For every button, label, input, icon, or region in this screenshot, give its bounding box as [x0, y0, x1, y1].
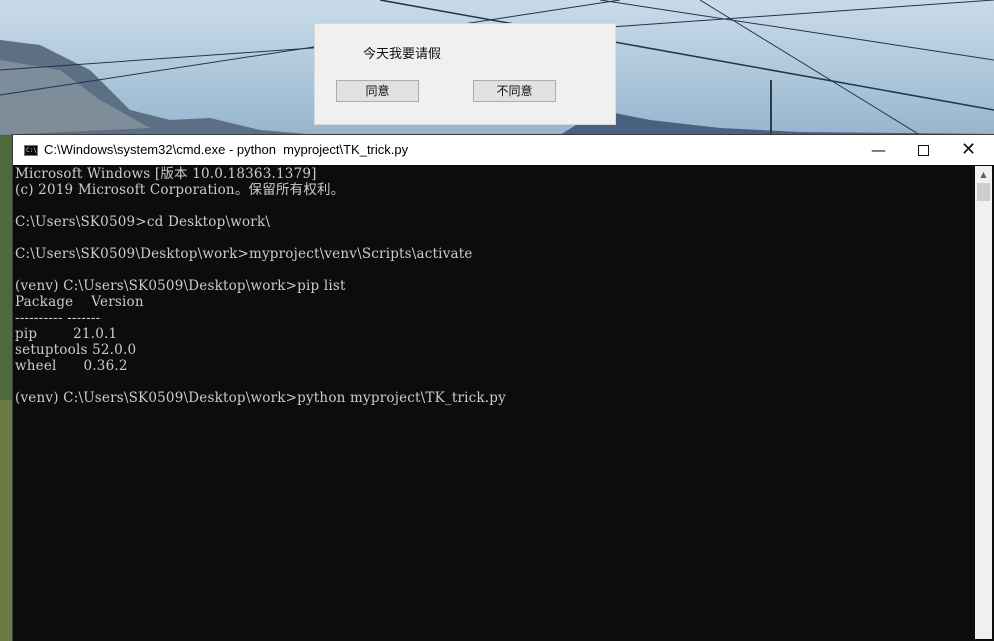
disagree-button[interactable]: 不同意	[473, 80, 556, 102]
title-bar[interactable]: C:\ C:\Windows\system32\cmd.exe - python…	[13, 135, 994, 165]
terminal-line: wheel 0.36.2	[15, 358, 128, 374]
terminal-line: Microsoft Windows [版本 10.0.18363.1379]	[15, 166, 317, 182]
terminal-line: pip 21.0.1	[15, 326, 118, 342]
terminal-line: (c) 2019 Microsoft Corporation。保留所有权利。	[15, 182, 345, 198]
cmd-icon: C:\	[24, 145, 38, 156]
terminal-line: setuptools 52.0.0	[15, 342, 137, 358]
window-title: C:\Windows\system32\cmd.exe - python myp…	[44, 142, 409, 157]
agree-button[interactable]: 同意	[336, 80, 419, 102]
cmd-window: C:\ C:\Windows\system32\cmd.exe - python…	[13, 135, 994, 641]
terminal-line: (venv) C:\Users\SK0509\Desktop\work>pip …	[15, 278, 346, 294]
tk-dialog: 今天我要请假 同意 不同意	[315, 24, 615, 124]
terminal-line: Package Version	[15, 294, 144, 310]
vertical-scrollbar[interactable]: ▲	[975, 166, 992, 639]
terminal-line: C:\Users\SK0509\Desktop\work>myproject\v…	[15, 246, 473, 262]
maximize-button[interactable]	[901, 135, 946, 165]
dialog-message: 今天我要请假	[363, 47, 442, 62]
scroll-thumb[interactable]	[977, 183, 990, 201]
terminal-line: ---------- -------	[15, 310, 101, 326]
minimize-button[interactable]: —	[856, 135, 901, 165]
terminal-line: (venv) C:\Users\SK0509\Desktop\work>pyth…	[15, 390, 506, 406]
terminal-output[interactable]: Microsoft Windows [版本 10.0.18363.1379] (c…	[15, 166, 973, 639]
terminal-line: C:\Users\SK0509>cd Desktop\work\	[15, 214, 271, 230]
maximize-icon	[918, 145, 929, 156]
scroll-up-arrow-icon[interactable]: ▲	[975, 166, 992, 183]
close-button[interactable]: ✕	[946, 135, 991, 165]
